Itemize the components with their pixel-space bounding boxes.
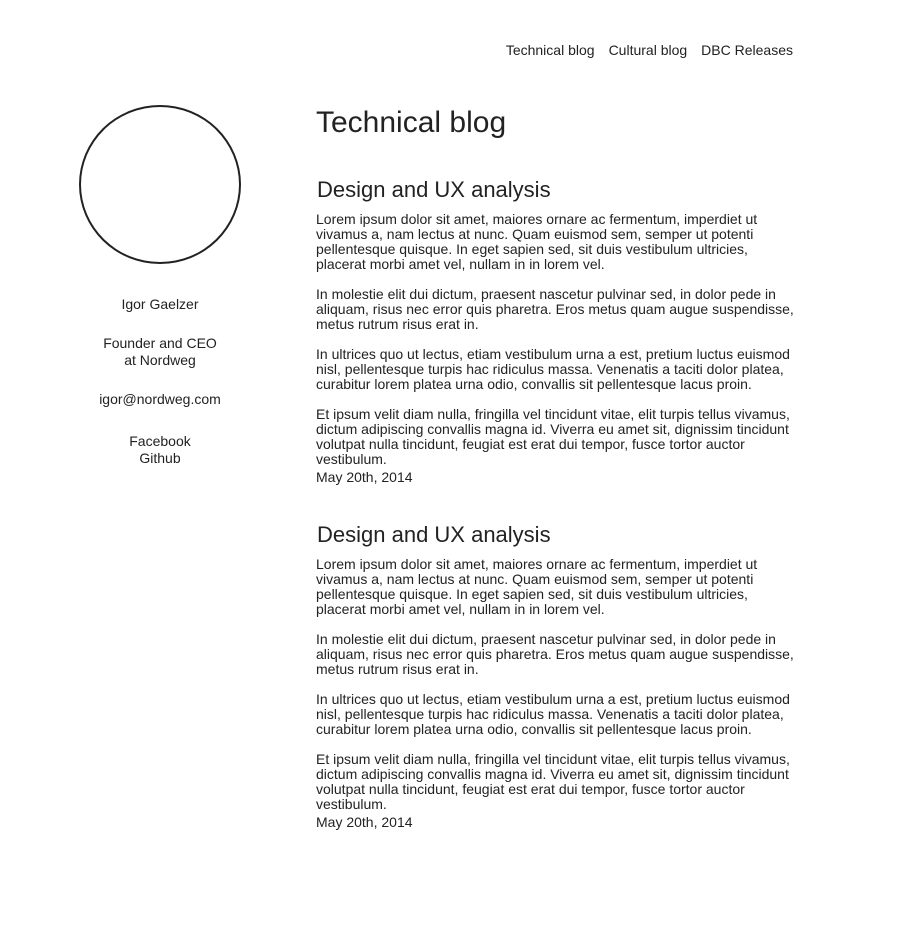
post-title[interactable]: Design and UX analysis: [317, 522, 796, 548]
post-paragraph: In molestie elit dui dictum, praesent na…: [316, 286, 794, 332]
nav-link-cultural-blog[interactable]: Cultural blog: [609, 42, 688, 59]
post-paragraph: Et ipsum velit diam nulla, fringilla vel…: [316, 751, 790, 812]
profile-role-company: at Nordweg: [124, 352, 196, 368]
page-title: Technical blog: [316, 106, 507, 139]
post-date: May 20th, 2014: [316, 469, 413, 485]
post-date: May 20th, 2014: [316, 814, 413, 830]
blog-post: Design and UX analysis Lorem ipsum dolor…: [316, 522, 796, 831]
post-paragraph: In molestie elit dui dictum, praesent na…: [316, 631, 794, 677]
post-paragraph: In ultrices quo ut lectus, etiam vestibu…: [316, 346, 790, 392]
avatar: [79, 105, 241, 264]
nav-link-technical-blog[interactable]: Technical blog: [506, 42, 595, 59]
blog-post: Design and UX analysis Lorem ipsum dolor…: [316, 177, 796, 486]
profile-email: igor@nordweg.com: [99, 391, 221, 407]
facebook-link[interactable]: Facebook: [60, 433, 260, 450]
github-link[interactable]: Github: [60, 450, 260, 467]
post-paragraph: Et ipsum velit diam nulla, fringilla vel…: [316, 406, 790, 467]
post-paragraph: In ultrices quo ut lectus, etiam vestibu…: [316, 691, 790, 737]
top-nav: Technical blog Cultural blog DBC Release…: [506, 42, 793, 59]
profile-role: Founder and CEO at Nordweg: [60, 335, 260, 369]
post-paragraph: Lorem ipsum dolor sit amet, maiores orna…: [316, 556, 758, 617]
main-content: Technical blog Design and UX analysis Lo…: [316, 105, 796, 831]
profile-role-title: Founder and CEO: [103, 335, 217, 351]
profile-sidebar: Igor Gaelzer Founder and CEO at Nordweg …: [60, 105, 260, 467]
nav-link-dbc-releases[interactable]: DBC Releases: [701, 42, 793, 59]
post-title[interactable]: Design and UX analysis: [317, 177, 796, 203]
profile-links: Facebook Github: [60, 433, 260, 467]
profile-name: Igor Gaelzer: [121, 296, 199, 312]
post-paragraph: Lorem ipsum dolor sit amet, maiores orna…: [316, 211, 758, 272]
